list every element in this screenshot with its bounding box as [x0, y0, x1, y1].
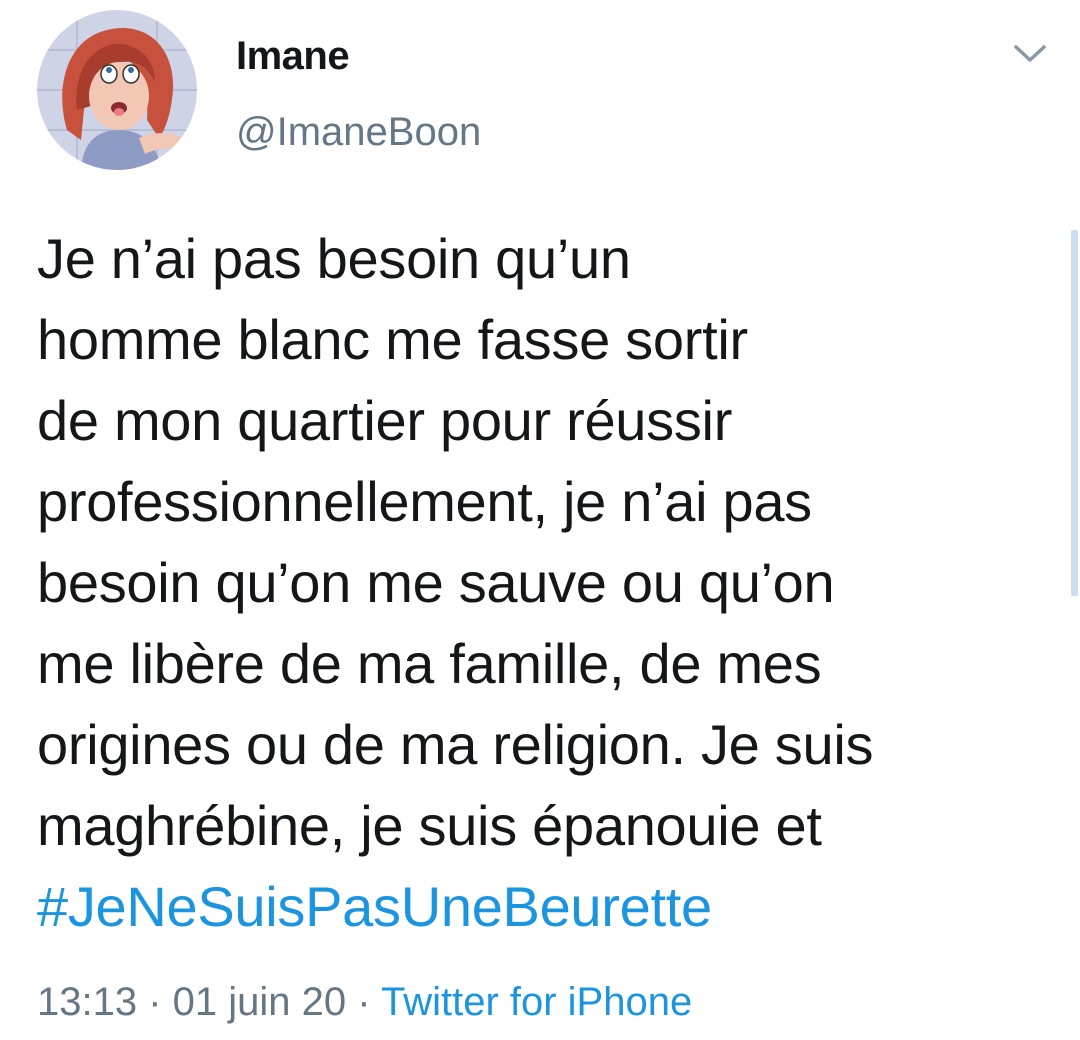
avatar[interactable] — [37, 10, 197, 170]
chevron-down-icon[interactable] — [1012, 42, 1048, 66]
tweet-meta: 13:13 · 01 juin 20 · Twitter for iPhone — [37, 980, 692, 1025]
tweet-text-line: de mon quartier pour réussir — [37, 389, 733, 452]
tweet-text-line: besoin qu’on me sauve ou qu’on — [37, 551, 835, 614]
tweet-time[interactable]: 13:13 — [37, 980, 137, 1024]
cartoon-avatar — [37, 10, 197, 170]
hashtag-link[interactable]: #JeNeSuisPasUneBeurette — [37, 875, 712, 938]
tweet-text-line: Je n’ai pas besoin qu’un — [37, 227, 631, 290]
meta-separator: · — [137, 980, 173, 1024]
tweet-source-link[interactable]: Twitter for iPhone — [381, 980, 692, 1024]
display-name[interactable]: Imane — [236, 34, 350, 79]
tweet-text-line: me libère de ma famille, de mes — [37, 632, 822, 695]
user-handle[interactable]: @ImaneBoon — [236, 110, 481, 155]
tweet-text-line: origines ou de ma religion. Je suis — [37, 713, 874, 776]
tweet-text-line: homme blanc me fasse sortir — [37, 308, 748, 371]
meta-separator: · — [346, 980, 381, 1024]
tweet-text-line: professionnellement, je n’ai pas — [37, 470, 812, 533]
scrollbar[interactable] — [1071, 230, 1078, 596]
tweet-date[interactable]: 01 juin 20 — [173, 980, 346, 1024]
tweet-text-line: maghrébine, je suis épanouie et — [37, 794, 822, 857]
tweet-card: Imane @ImaneBoon Je n’ai pas besoin qu’u… — [0, 0, 1080, 1040]
tweet-text: Je n’ai pas besoin qu’un homme blanc me … — [37, 218, 1057, 947]
